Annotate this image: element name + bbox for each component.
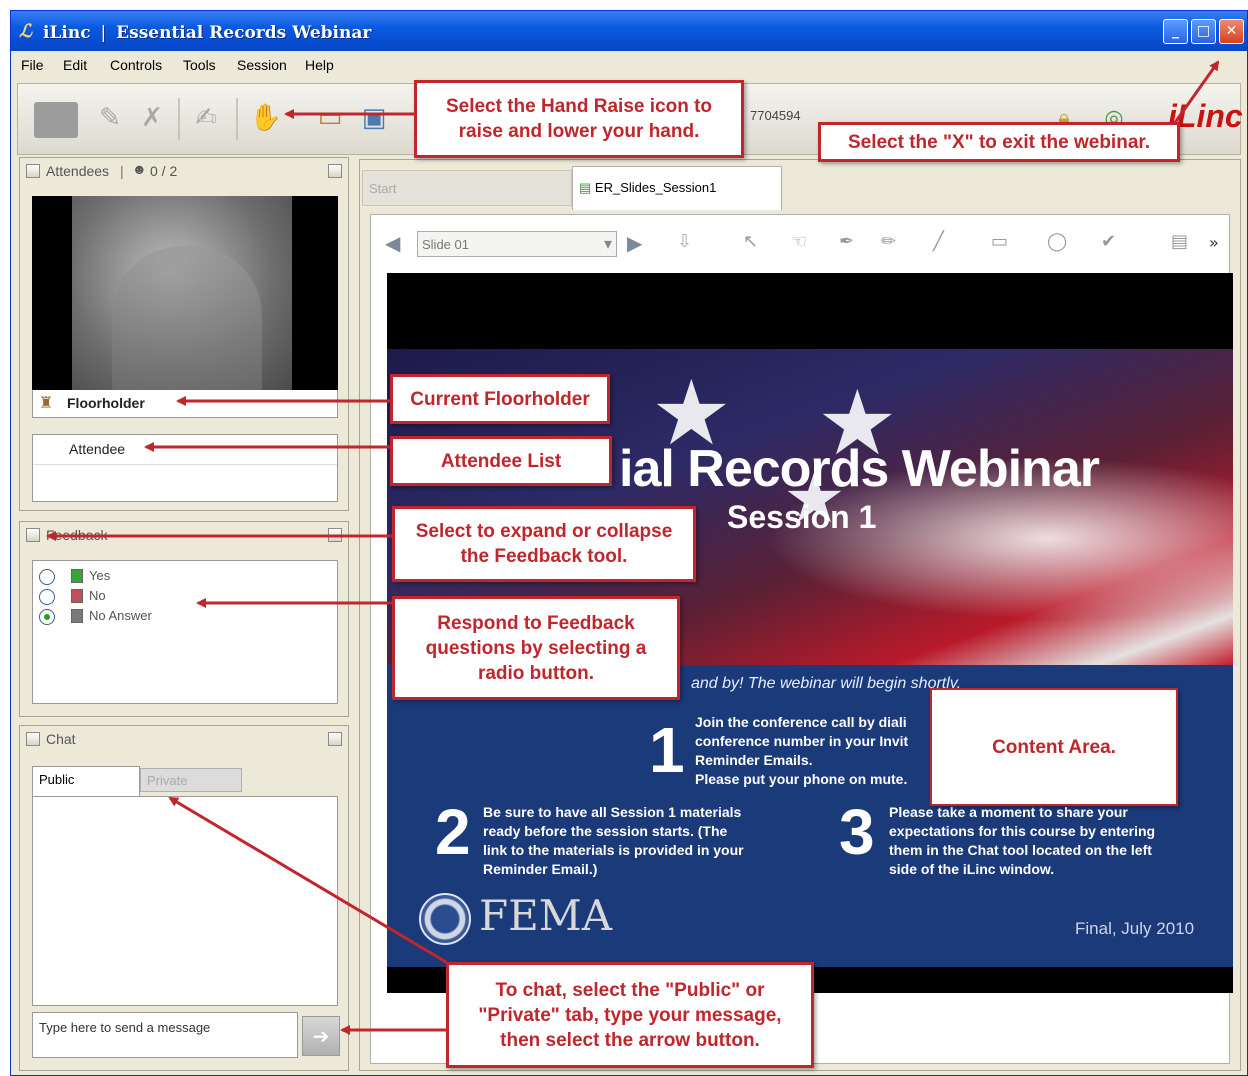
arrow-exit [1172, 60, 1220, 125]
callout-arrows [46, 60, 1220, 1035]
arrow-chat-tab [168, 796, 447, 964]
